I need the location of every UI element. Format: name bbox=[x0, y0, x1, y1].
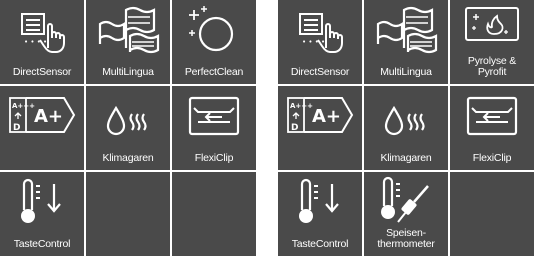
tile-pyrolyse[interactable]: Pyrolyse & Pyrofit bbox=[450, 0, 534, 84]
energy-label-icon: A+++ D A+ bbox=[287, 97, 354, 133]
tile-label: Klimagaren bbox=[102, 152, 154, 164]
tile-label: Speisen- thermometer bbox=[377, 227, 435, 250]
svg-text:A+++: A+++ bbox=[12, 102, 35, 110]
tile-energy-label: A+++ D A+ bbox=[278, 86, 362, 170]
tile-label: MultiLingua bbox=[102, 66, 154, 78]
tile-flexiclip[interactable]: FlexiClip bbox=[450, 86, 534, 170]
tile-label: DirectSensor bbox=[290, 66, 350, 78]
tile-label: DirectSensor bbox=[12, 66, 72, 78]
tile-tastecontrol[interactable]: TasteControl bbox=[278, 172, 362, 256]
taste-control-icon bbox=[21, 178, 61, 223]
multilingua-icon bbox=[376, 6, 438, 54]
tile-empty bbox=[172, 172, 256, 256]
tile-tastecontrol[interactable]: TasteControl bbox=[0, 172, 84, 256]
tile-energy-label: A+++ D A+ bbox=[0, 86, 84, 170]
flexiclip-icon bbox=[466, 96, 518, 136]
tile-label: TasteControl bbox=[291, 238, 349, 250]
svg-text:A+: A+ bbox=[312, 106, 341, 127]
energy-label-icon: A+++ D A+ bbox=[9, 97, 76, 133]
klimagaren-icon bbox=[384, 105, 425, 136]
feature-grid-right: • • • • DirectSensor MultiLingua Pyrolys… bbox=[278, 0, 534, 256]
tile-klimagaren[interactable]: Klimagaren bbox=[364, 86, 448, 170]
direct-sensor-icon: • • • • bbox=[299, 13, 343, 53]
direct-sensor-icon: • • • • bbox=[21, 13, 65, 53]
tile-directsensor[interactable]: • • • • DirectSensor bbox=[278, 0, 362, 84]
feature-grid-left: • • • • DirectSensor MultiLingua Perfect… bbox=[0, 0, 256, 256]
tile-empty bbox=[86, 172, 170, 256]
tile-label: TasteControl bbox=[13, 238, 71, 250]
tile-label: FlexiClip bbox=[194, 152, 234, 164]
tile-label: Pyrolyse & Pyrofit bbox=[467, 55, 517, 78]
tile-directsensor[interactable]: • • • • DirectSensor bbox=[0, 0, 84, 84]
tile-klimagaren[interactable]: Klimagaren bbox=[86, 86, 170, 170]
tile-label: FlexiClip bbox=[472, 152, 512, 164]
svg-text:A+++: A+++ bbox=[290, 102, 313, 110]
tile-empty bbox=[450, 172, 534, 256]
tile-multilingua[interactable]: MultiLingua bbox=[364, 0, 448, 84]
klimagaren-icon bbox=[106, 105, 147, 136]
tile-label: Klimagaren bbox=[380, 152, 432, 164]
tile-flexiclip[interactable]: FlexiClip bbox=[172, 86, 256, 170]
svg-text:A+: A+ bbox=[34, 106, 63, 127]
tile-label: MultiLingua bbox=[380, 66, 432, 78]
perfect-clean-icon bbox=[189, 6, 234, 52]
tile-speisenthermometer[interactable]: Speisen- thermometer bbox=[364, 172, 448, 256]
svg-text:D: D bbox=[291, 123, 298, 133]
taste-control-icon bbox=[299, 178, 339, 223]
tile-perfectclean[interactable]: PerfectClean bbox=[172, 0, 256, 84]
tile-label: PerfectClean bbox=[184, 66, 244, 78]
food-probe-icon bbox=[381, 176, 429, 223]
tile-multilingua[interactable]: MultiLingua bbox=[86, 0, 170, 84]
pyrolyse-icon bbox=[465, 7, 519, 41]
flexiclip-icon bbox=[188, 96, 240, 136]
svg-text:D: D bbox=[13, 123, 20, 133]
multilingua-icon bbox=[98, 6, 160, 54]
